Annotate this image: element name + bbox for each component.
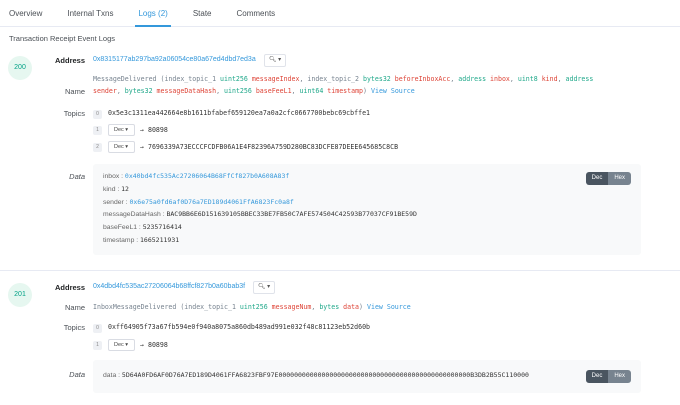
dec-button[interactable]: Dec: [585, 370, 609, 383]
signature-token: inbox: [490, 75, 510, 83]
address-label: Address: [54, 283, 85, 292]
search-icon: 🔍︎ ▾: [268, 57, 282, 63]
data-field-inbox: inbox : 0x40bd4fc535Ac27206064B68FfCf827…: [103, 172, 290, 180]
data-box: Dec Hex inbox : 0x40bd4fc535Ac27206064B68…: [93, 164, 641, 255]
dec-hex-toggle[interactable]: Dec Hex: [585, 370, 631, 383]
view-source-link[interactable]: View Source: [367, 303, 411, 311]
tab-comments[interactable]: Comments: [237, 0, 276, 27]
data-box: Dec Hex data : 5D64A0FD6AF0D76A7ED189D406…: [93, 360, 641, 393]
data-label: Data: [69, 370, 85, 379]
search-dropdown-button[interactable]: 🔍︎ ▾: [253, 281, 275, 294]
hex-button[interactable]: Hex: [608, 370, 631, 383]
data-field-timestamp: timestamp : 1665211931: [103, 236, 180, 244]
signature-token: uint256: [220, 75, 252, 83]
topics-label: Topics: [63, 109, 85, 118]
signature-token: messageNum: [271, 303, 312, 311]
topic-index: 2: [93, 143, 102, 152]
divider: [0, 270, 680, 271]
data-field-value: BAC9BB6E6D151639105BBEC33BE7FB50C7AFE574…: [166, 210, 417, 219]
signature-token: bytes32: [124, 87, 157, 95]
tab-bar: Overview Internal Txns Logs (2) State Co…: [0, 0, 680, 27]
topic-1-value: → 80898: [140, 126, 168, 134]
signature-token: baseFeeL1: [255, 87, 292, 95]
signature-token: uint256: [239, 303, 272, 311]
event-signature: InboxMessageDelivered (index_topic_1 uin…: [93, 303, 411, 311]
signature-token: ,: [509, 75, 518, 83]
address-label: Address: [54, 56, 85, 65]
name-label: Name: [64, 303, 85, 312]
signature-token: ,: [116, 87, 125, 95]
signature-token: address: [458, 75, 491, 83]
log-address-link[interactable]: 0x4dbd4fc535ac27206064b68ffcf827b0a60bab…: [93, 283, 245, 290]
signature-token: ): [363, 87, 368, 95]
search-icon: 🔍︎ ▾: [257, 284, 271, 290]
signature-token: messageDataHash: [156, 87, 217, 95]
topic-index: 1: [93, 341, 102, 350]
signature-token: ,: [291, 87, 300, 95]
signature-token: MessageDelivered (index_topic_1: [93, 75, 221, 83]
signature-token: address: [565, 75, 594, 83]
topic-1-value: → 80898: [140, 341, 168, 349]
log-index-badge: 200: [8, 56, 32, 80]
topic-index: 1: [93, 126, 102, 135]
data-field-value[interactable]: 0x6e75a0fd6af0D76a7ED189d4061FfA6823Fc0a…: [129, 198, 293, 206]
signature-token: timestamp: [327, 87, 364, 95]
topics-label: Topics: [63, 323, 85, 332]
signature-token: ,: [216, 87, 225, 95]
topic-format-select[interactable]: Dec ▾: [108, 141, 135, 153]
data-field-messageDataHash: messageDataHash : BAC9BB6E6D151639105BBE…: [103, 210, 417, 219]
event-signature-line1: MessageDelivered (index_topic_1 uint256 …: [93, 75, 593, 83]
tab-logs[interactable]: Logs (2): [135, 0, 171, 27]
event-signature-line2: sender, bytes32 messageDataHash, uint256…: [93, 87, 415, 95]
signature-token: uint256: [224, 87, 256, 95]
data-field-baseFeeL1: baseFeeL1 : 5235716414: [103, 223, 182, 232]
topic-format-select[interactable]: Dec ▾: [108, 339, 135, 351]
tab-overview[interactable]: Overview: [9, 0, 42, 27]
dec-button[interactable]: Dec: [585, 172, 609, 185]
signature-token: kind: [541, 75, 558, 83]
topic-0-value: 0x5e3c1311ea442664e8b1611bfabef659120ea7…: [108, 109, 371, 117]
search-dropdown-button[interactable]: 🔍︎ ▾: [264, 54, 286, 67]
data-field-value: 5235716414: [142, 223, 182, 232]
topic-format-select[interactable]: Dec ▾: [108, 124, 135, 136]
data-label: Data: [69, 172, 85, 181]
signature-token: messageIndex: [251, 75, 300, 83]
signature-token: sender: [93, 87, 117, 95]
topic-2-value: → 7696339A73ECCCFCDFB06A1E4F82396A759D28…: [140, 143, 399, 151]
log-index-badge: 201: [8, 283, 32, 307]
topic-index: 0: [93, 324, 102, 333]
dec-hex-toggle[interactable]: Dec Hex: [585, 172, 631, 185]
data-field-kind: kind : 12: [103, 184, 129, 193]
data-field-value: 1665211931: [140, 236, 180, 244]
data-field-sender: sender : 0x6e75a0fd6af0D76a7ED189d4061Ff…: [103, 197, 294, 206]
data-field-value: 12: [121, 184, 129, 193]
signature-token: ): [359, 303, 364, 311]
signature-token: ,: [557, 75, 566, 83]
hex-button[interactable]: Hex: [608, 172, 631, 185]
topic-0-value: 0xff64905f73a67fb594e0f940a8075a860db489…: [108, 323, 371, 331]
name-label: Name: [64, 87, 85, 96]
view-source-link[interactable]: View Source: [371, 87, 415, 95]
data-field-value[interactable]: 0x40bd4fc535Ac27206064B68FfCf827b0A608A8…: [125, 172, 289, 180]
tab-internal-txns[interactable]: Internal Txns: [67, 0, 113, 27]
signature-token: bytes32: [362, 75, 395, 83]
signature-token: , index_topic_2: [299, 75, 363, 83]
signature-token: uint64: [299, 87, 328, 95]
data-field-data: data : 5D64A0FD6AF0D76A7ED189D4061FFA682…: [103, 371, 529, 379]
signature-token: uint8: [517, 75, 542, 83]
signature-token: data: [343, 303, 360, 311]
signature-token: InboxMessageDelivered (index_topic_1: [93, 303, 240, 311]
log-address-link[interactable]: 0x8315177ab297ba92a06054ce80a67ed4dbd7ed…: [93, 56, 256, 63]
data-field-value: 5D64A0FD6AF0D76A7ED189D4061FFA6823FBF97E…: [121, 371, 529, 379]
signature-token: beforeInboxAcc: [394, 75, 451, 83]
topic-index: 0: [93, 110, 102, 119]
signature-token: bytes: [319, 303, 344, 311]
tab-state[interactable]: State: [193, 0, 212, 27]
section-title: Transaction Receipt Event Logs: [9, 34, 116, 43]
